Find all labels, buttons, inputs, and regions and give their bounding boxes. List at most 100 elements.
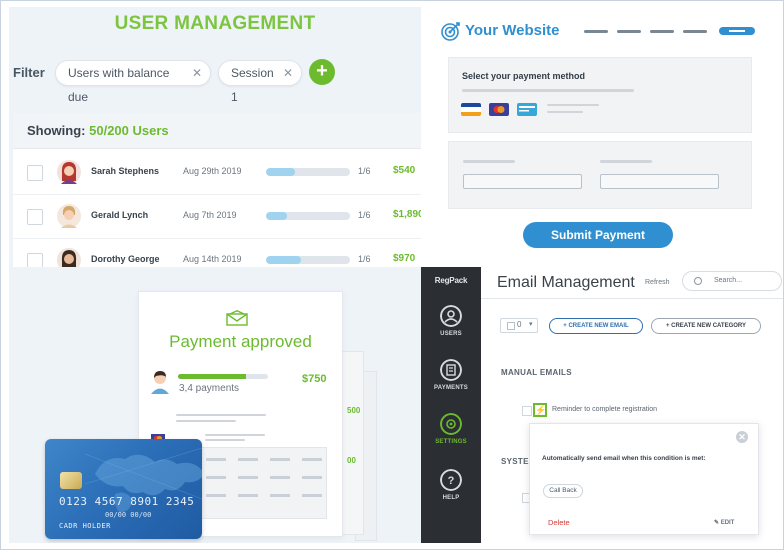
sidebar: RegPack USERS PAYMENTS SETTINGS ? HELP xyxy=(421,267,481,543)
remove-chip-icon[interactable]: ✕ xyxy=(192,61,202,85)
bank-card-icon[interactable] xyxy=(517,103,537,116)
mastercard-icon[interactable] xyxy=(489,103,509,116)
target-logo-icon xyxy=(441,22,460,41)
website-name: Your Website xyxy=(465,22,560,39)
card-holder: CADR HOLDER xyxy=(59,522,111,530)
grid-cell xyxy=(238,494,258,497)
email-item-reminder[interactable]: Reminder to complete registration xyxy=(552,406,657,413)
payment-fraction: 1/6 xyxy=(358,166,371,176)
condition-tag[interactable]: Call Back xyxy=(543,484,583,498)
card-number: 0123 4567 8901 2345 xyxy=(59,495,195,508)
remove-chip-icon[interactable]: ✕ xyxy=(283,61,293,85)
user-date: Aug 7th 2019 xyxy=(183,210,237,220)
filter-chip-balance-due[interactable]: Users with balance due ✕ xyxy=(55,60,211,104)
grid-cell xyxy=(302,458,322,461)
grid-cell xyxy=(270,458,290,461)
avatar xyxy=(57,204,81,228)
payment-progress-bar xyxy=(266,168,350,176)
sidebar-item-payments[interactable]: PAYMENTS xyxy=(421,359,481,391)
avatar xyxy=(57,248,81,267)
placeholder-line xyxy=(462,89,634,92)
payments-progress-bar xyxy=(178,374,268,379)
submit-payment-button[interactable]: Submit Payment xyxy=(523,222,673,248)
email-checkbox[interactable] xyxy=(522,406,532,416)
receipt-amount-fragment: 00 xyxy=(347,456,356,465)
refresh-link[interactable]: Refresh xyxy=(645,279,670,286)
sidebar-item-help[interactable]: ? HELP xyxy=(421,469,481,501)
svg-text:?: ? xyxy=(448,475,455,487)
users-list: Showing: 50/200 Users Sarah Stephens Aug… xyxy=(13,113,421,267)
envelope-icon xyxy=(226,310,248,326)
page-title: Email Management xyxy=(497,274,635,291)
divider xyxy=(481,298,783,299)
regpack-logo: RegPack xyxy=(421,276,481,285)
button-label: + CREATE NEW EMAIL xyxy=(563,323,629,329)
edit-button[interactable]: ✎ EDIT xyxy=(714,519,734,526)
progress-fill xyxy=(266,256,302,264)
showing-label: Showing: xyxy=(27,123,86,138)
table-row[interactable]: Sarah Stephens Aug 29th 2019 1/6 $540 xyxy=(13,151,421,195)
payment-approved-title: Payment approved xyxy=(169,332,312,351)
select-all-checkbox[interactable] xyxy=(507,322,515,330)
payment-approved-panel: 500 00 Payment approved 3,4 payments $75… xyxy=(9,267,421,543)
sidebar-item-label: USERS xyxy=(440,331,462,337)
bulk-select-dropdown[interactable]: 0 ▾ xyxy=(500,318,538,333)
user-count: 50/200 Users xyxy=(89,123,169,138)
grid-cell xyxy=(302,476,322,479)
search-input[interactable]: Search... xyxy=(682,271,782,291)
payment-input-2[interactable] xyxy=(600,174,719,189)
create-new-email-button[interactable]: + CREATE NEW EMAIL xyxy=(549,318,643,334)
chip-label: Users with balance due xyxy=(68,66,170,104)
payment-method-box: Select your payment method xyxy=(448,57,752,133)
button-label: + CREATE NEW CATEGORY xyxy=(665,323,747,329)
row-checkbox[interactable] xyxy=(27,253,43,267)
progress-fill xyxy=(266,212,287,220)
edit-label: EDIT xyxy=(720,520,735,526)
receipt-card-back: 500 00 xyxy=(342,351,364,535)
sidebar-item-settings[interactable]: SETTINGS xyxy=(421,413,481,445)
table-row[interactable]: Gerald Lynch Aug 7th 2019 1/6 $1,890 xyxy=(13,195,421,239)
payment-input-1[interactable] xyxy=(463,174,582,189)
automation-popup: ✕ Automatically send email when this con… xyxy=(529,423,759,535)
sidebar-item-users[interactable]: USERS xyxy=(421,305,481,337)
screenshot-collage: USER MANAGEMENT Filter Users with balanc… xyxy=(0,0,784,550)
balance-amount: $540 xyxy=(393,165,416,176)
row-checkbox[interactable] xyxy=(27,165,43,181)
create-new-category-button[interactable]: + CREATE NEW CATEGORY xyxy=(651,318,761,334)
avatar xyxy=(57,160,81,184)
table-row[interactable]: Dorothy George Aug 14th 2019 1/6 $970 xyxy=(13,239,421,267)
lightning-bolt-icon[interactable]: ⚡ xyxy=(533,403,547,417)
balance-amount: $1,890 xyxy=(393,209,421,220)
search-placeholder: Search... xyxy=(714,277,743,284)
step-indicator xyxy=(584,30,608,33)
user-name: Sarah Stephens xyxy=(91,166,160,176)
progress-fill xyxy=(178,374,246,379)
sidebar-item-label: HELP xyxy=(442,495,460,501)
website-checkout-panel: Your Website Select your payment method xyxy=(421,7,783,267)
placeholder-line xyxy=(547,104,599,106)
add-filter-button[interactable]: + xyxy=(309,59,335,85)
payments-count: 3,4 payments xyxy=(179,383,240,394)
sidebar-item-label: PAYMENTS xyxy=(434,385,468,391)
card-chip xyxy=(60,472,82,489)
delete-button[interactable]: Delete xyxy=(548,518,570,527)
filter-chip-session[interactable]: Session 1 ✕ xyxy=(218,60,302,104)
grid-cell xyxy=(238,458,258,461)
search-icon xyxy=(694,277,702,285)
field-label-line xyxy=(600,160,652,163)
payment-fraction: 1/6 xyxy=(358,210,371,220)
user-icon xyxy=(440,305,462,327)
payment-progress-bar xyxy=(266,212,350,220)
user-date: Aug 14th 2019 xyxy=(183,254,242,264)
payer-avatar-icon xyxy=(151,371,169,394)
user-date: Aug 29th 2019 xyxy=(183,166,242,176)
close-icon[interactable]: ✕ xyxy=(736,431,748,443)
grid-cell xyxy=(270,476,290,479)
payment-fraction: 1/6 xyxy=(358,254,371,264)
payment-progress-bar xyxy=(266,256,350,264)
payments-icon xyxy=(440,359,462,381)
payment-schedule-grid xyxy=(197,447,327,519)
visa-card-icon[interactable] xyxy=(461,103,481,116)
payment-amount: $750 xyxy=(302,373,327,385)
row-checkbox[interactable] xyxy=(27,209,43,225)
